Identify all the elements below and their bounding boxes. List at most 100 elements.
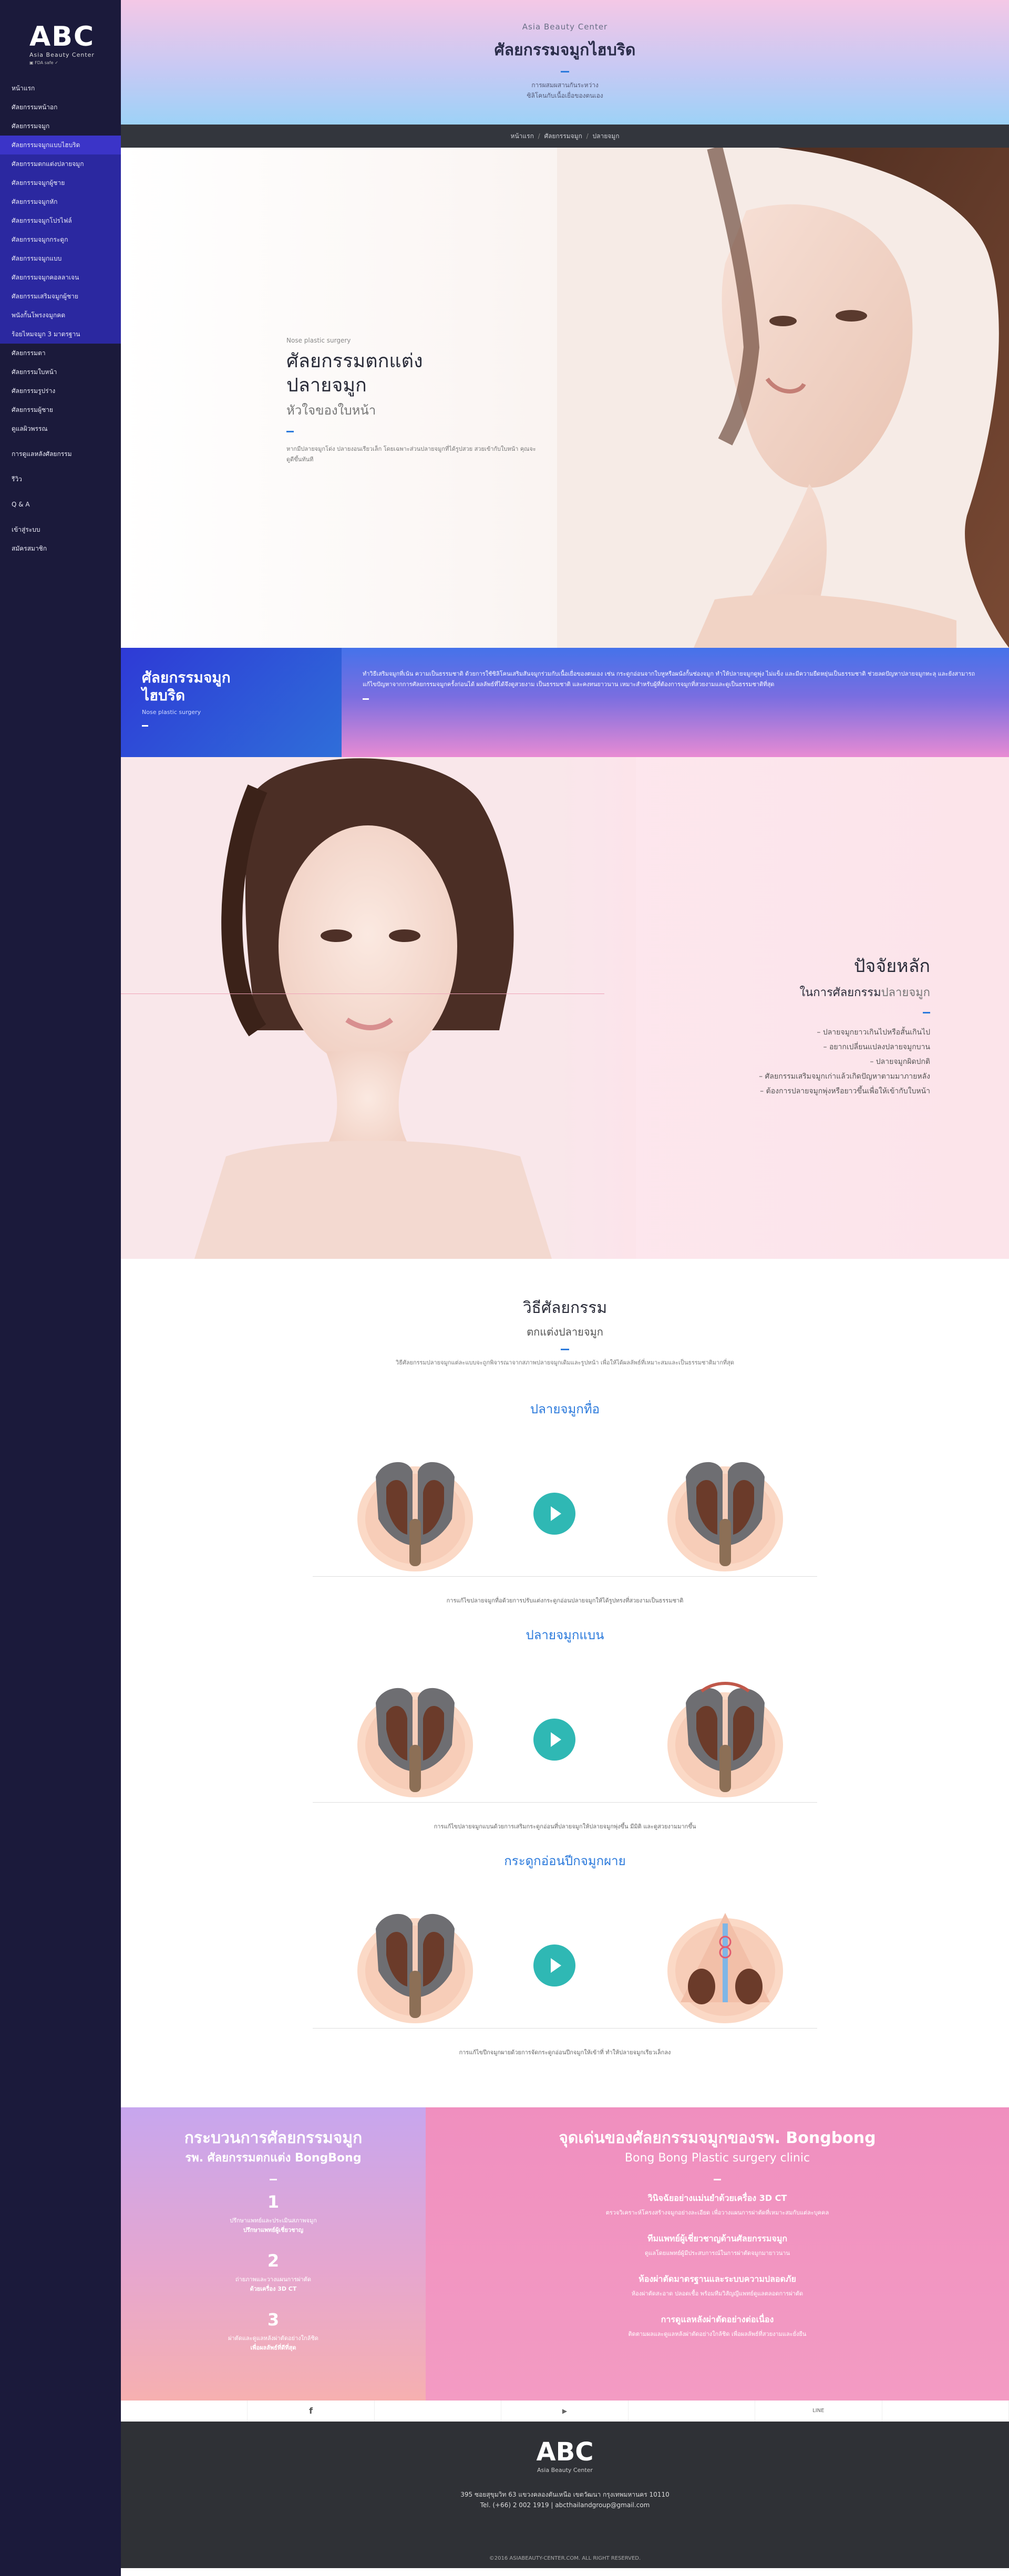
- factor-text: ต้องการปลายจมูกพุ่งหรือยาวขึ้นเพื่อให้เข…: [766, 1087, 930, 1095]
- intro-title-block: ศัลยกรรมจมูก ไฮบริด Nose plastic surgery: [121, 648, 342, 757]
- process-step: 1 ปรึกษาแพทย์และประเมินสภาพจมูก ปรึกษาแพทย…: [121, 2192, 426, 2235]
- sidebar-item[interactable]: ศัลยกรรมจมูกผู้ชาย: [0, 173, 121, 192]
- play-button-icon[interactable]: [533, 1719, 575, 1761]
- youtube-icon[interactable]: ▶: [501, 2401, 629, 2422]
- step-text: ผ่าตัดและดูแลหลังผ่าตัดอย่างใกล้ชิด: [228, 2335, 318, 2342]
- highlights-list: วินิจฉัยอย่างแม่นยำด้วยเครื่อง 3D CT ตรวจ…: [426, 2192, 1009, 2339]
- nose-before-illustration: [357, 1688, 473, 1797]
- method-caption: การแก้ไขปีกจมูกผายด้วยการจัดกระดูกอ่อนปี…: [459, 2049, 671, 2056]
- method-illustration-row: [313, 1892, 817, 2029]
- highlight-title: ห้องผ่าตัดมาตรฐานและระบบความปลอดภัย: [639, 2274, 796, 2284]
- divider: [561, 71, 569, 73]
- sidebar-item[interactable]: Q & A: [0, 495, 121, 514]
- divider: [363, 698, 369, 700]
- sidebar-item[interactable]: ศัลยกรรมจมูกกระดูก: [0, 230, 121, 249]
- page-title: ศัลยกรรมจมูกไฮบริด: [494, 41, 636, 59]
- logo-text: ABC: [29, 21, 95, 53]
- line-icon[interactable]: LINE: [755, 2401, 882, 2422]
- process-step: 3 ผ่าตัดและดูแลหลังผ่าตัดอย่างใกล้ชิด เพื่…: [121, 2310, 426, 2353]
- sidebar-item[interactable]: ศัลยกรรมหน้าอก: [0, 98, 121, 117]
- factors-subtitle-b: ปลายจมูก: [881, 986, 930, 999]
- process-step: 2 ถ่ายภาพและวางแผนการผ่าตัด ด้วยเครื่อง 3D…: [121, 2251, 426, 2294]
- highlight-desc: ดูแลโดยแพทย์ผู้มีประสบการณ์ในการผ่าตัดจม…: [645, 2250, 790, 2257]
- method-block: ปลายจมูกทื่อ การแก้ไขปลายจมูกทื่อด้วยการป…: [121, 1367, 1009, 1604]
- bullet-dash: –: [760, 1087, 766, 1095]
- nose-before-illustration: [357, 1913, 473, 2023]
- sidebar-item[interactable]: หน้าแรก: [0, 79, 121, 98]
- sidebar-item[interactable]: สมัครสมาชิก: [0, 539, 121, 558]
- footer-logo[interactable]: ABC: [121, 2437, 1009, 2467]
- factors-subtitle-a: ในการศัลยกรรม: [799, 986, 881, 999]
- model-portrait-image: [557, 148, 1009, 648]
- step-text-emphasis: เพื่อผลลัพธ์ที่ดีที่สุด: [250, 2344, 296, 2351]
- bullet-dash: –: [823, 1043, 829, 1051]
- nose-before-image: [355, 1892, 476, 2029]
- factor-text: อยากเปลี่ยนแปลงปลายจมูกบาน: [829, 1043, 930, 1051]
- method-illustration-row: [313, 1440, 817, 1577]
- sidebar-item[interactable]: ศัลยกรรมรูปร่าง: [0, 381, 121, 400]
- sidebar-item[interactable]: การดูแลหลังศัลยกรรม: [0, 444, 121, 463]
- hero-title-1: ศัลยกรรมตกแต่ง: [286, 350, 423, 372]
- sidebar-item[interactable]: ศัลยกรรมจมูกโปรไฟล์: [0, 211, 121, 230]
- sidebar-item[interactable]: ร้อยไหมจมูก 3 มาตรฐาน: [0, 325, 121, 344]
- footer-logo-subtitle: Asia Beauty Center: [537, 2467, 593, 2474]
- sidebar-item[interactable]: ศัลยกรรมตกแต่งปลายจมูก: [0, 154, 121, 173]
- sidebar-item[interactable]: ศัลยกรรมเสริมจมูกผู้ชาย: [0, 287, 121, 306]
- sidebar-item[interactable]: เข้าสู่ระบบ: [0, 520, 121, 539]
- highlight-desc: ติดตามผลและดูแลหลังผ่าตัดอย่างใกล้ชิด เพ…: [628, 2331, 807, 2337]
- nose-after-illustration: [667, 1682, 783, 1797]
- factor-item: – ปลายจมูกยาวเกินไปหรือสั้นเกินไป: [646, 1025, 930, 1040]
- sidebar-item[interactable]: ศัลยกรรมจมูกแบบไฮบริด: [0, 136, 121, 154]
- divider: [313, 2028, 817, 2029]
- intro-title-2: ไฮบริด: [142, 687, 186, 704]
- highlights-title: จุดเด่นของศัลยกรรมจมูกของรพ. Bongbong: [559, 2129, 876, 2147]
- footer-address: 395 ซอยสุขุมวิท 63 แขวงคลองตันเหนือ เขตว…: [460, 2491, 670, 2498]
- method-block: กระดูกอ่อนปีกจมูกผาย การแก้ไขปีกจมูกผายด้…: [121, 1819, 1009, 2056]
- sidebar-item[interactable]: รีวิว: [0, 470, 121, 489]
- brand-label: Asia Beauty Center: [522, 22, 608, 32]
- sidebar-item[interactable]: ศัลยกรรมจมูกแบบ: [0, 249, 121, 268]
- sidebar-item[interactable]: พนังกั้นโพรงจมูกคด: [0, 306, 121, 325]
- hero-eyebrow: Nose plastic surgery: [286, 337, 351, 344]
- hybrid-intro: ศัลยกรรมจมูก ไฮบริด Nose plastic surgery…: [121, 648, 1009, 757]
- sidebar-item[interactable]: ดูแลผิวพรรณ: [0, 419, 121, 438]
- breadcrumb-section[interactable]: ศัลยกรรมจมูก: [544, 132, 582, 140]
- logo[interactable]: ABC Asia Beauty Center ▣ FDA safe ✓: [0, 0, 121, 79]
- facebook-icon[interactable]: f: [248, 2401, 375, 2422]
- highlight-item: ทีมแพทย์ผู้เชี่ยวชาญด้านศัลยกรรมจมูก ดูแล…: [426, 2232, 1009, 2258]
- factors-text: ปัจจัยหลัก ในการศัลยกรรมปลายจมูก – ปลายจ…: [646, 951, 930, 1099]
- highlight-item: วินิจฉัยอย่างแม่นยำด้วยเครื่อง 3D CT ตรวจ…: [426, 2192, 1009, 2218]
- sidebar-item[interactable]: ศัลยกรรมใบหน้า: [0, 363, 121, 381]
- sidebar-item[interactable]: ศัลยกรรมจมูกคอลลาเจน: [0, 268, 121, 287]
- step-number: 1: [267, 2192, 280, 2212]
- highlights-block: จุดเด่นของศัลยกรรมจมูกของรพ. Bongbong Bo…: [426, 2107, 1009, 2401]
- nose-after-image: [665, 1666, 786, 1803]
- method-title: ปลายจมูกแบน: [526, 1628, 604, 1642]
- social-empty-cell: [882, 2401, 1009, 2422]
- sidebar-item[interactable]: ศัลยกรรมผู้ชาย: [0, 400, 121, 419]
- play-button-icon[interactable]: [533, 1493, 575, 1535]
- sidebar-item[interactable]: ศัลยกรรมจมูกหัก: [0, 192, 121, 211]
- social-empty-cell: [375, 2401, 502, 2422]
- logo-badges: ▣ FDA safe ✓: [29, 60, 58, 65]
- intro-body-block: ทำวิธีเสริมจมูกที่เน้น ความเป็นธรรมชาติ …: [342, 648, 1009, 757]
- process-steps: 1 ปรึกษาแพทย์และประเมินสภาพจมูก ปรึกษาแพทย…: [121, 2192, 426, 2353]
- sidebar-item[interactable]: ศัลยกรรมจมูก: [0, 117, 121, 136]
- sidebar-item[interactable]: ศัลยกรรมตา: [0, 344, 121, 363]
- methods-subtitle: ตกแต่งปลายจมูก: [527, 1326, 603, 1338]
- method-title: ปลายจมูกทื่อ: [530, 1402, 600, 1416]
- breadcrumb-current: ปลายจมูก: [592, 132, 620, 140]
- breadcrumb-home[interactable]: หน้าแรก: [511, 132, 534, 140]
- nose-after-illustration: [667, 1462, 783, 1571]
- sidebar: ABC Asia Beauty Center ▣ FDA safe ✓ หน้า…: [0, 0, 121, 2576]
- process-and-highlights: กระบวนการศัลยกรรมจมูก รพ. ศัลยกรรมตกแต่ง…: [121, 2107, 1009, 2401]
- sidebar-nav: หน้าแรก ศัลยกรรมหน้าอก ศัลยกรรมจมูก ศัลยกรร…: [0, 79, 121, 558]
- step-text-emphasis: ด้วยเครื่อง 3D CT: [250, 2285, 297, 2292]
- hero-body: หากมีปลายจมูกโด่ง ปลายงอนเรียวเล็ก โดยเฉ…: [286, 446, 536, 463]
- copyright: ©2016 ASIABEAUTY-CENTER.COM. ALL RIGHT R…: [489, 2556, 641, 2561]
- play-button-icon[interactable]: [533, 1944, 575, 1987]
- footer: ABC Asia Beauty Center 395 ซอยสุขุมวิท 6…: [121, 2422, 1009, 2568]
- method-illustration-row: [313, 1666, 817, 1803]
